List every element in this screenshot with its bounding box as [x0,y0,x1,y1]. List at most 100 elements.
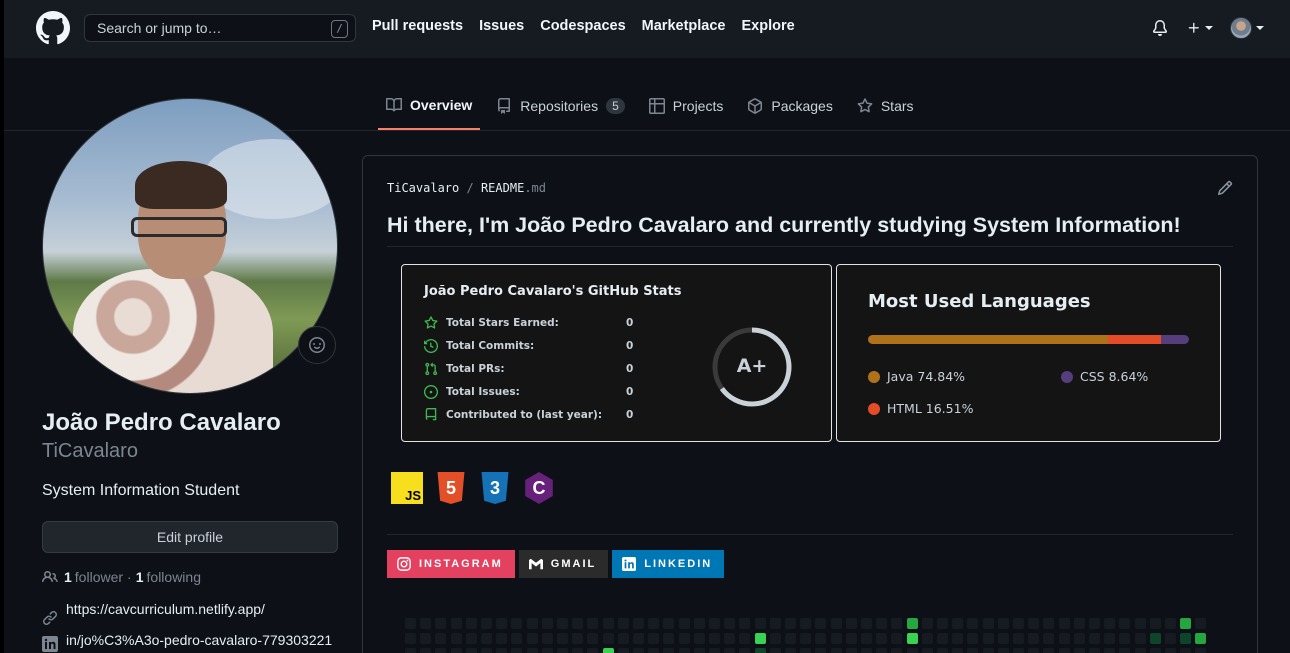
tab-overview[interactable]: Overview [378,86,481,130]
contribution-cell[interactable] [906,648,918,653]
contribution-cell[interactable] [876,648,888,653]
contribution-cell[interactable] [617,633,629,644]
contribution-cell[interactable] [1119,618,1131,629]
contribution-cell[interactable] [845,633,857,644]
contribution-cell[interactable] [921,618,933,629]
create-new-button[interactable] [1187,15,1213,41]
contribution-cell[interactable] [465,648,477,653]
contribution-cell[interactable] [678,618,690,629]
contribution-cell[interactable] [952,618,964,629]
contribution-cell[interactable] [557,618,568,629]
contribution-cell[interactable] [1119,648,1131,653]
contribution-cell[interactable] [435,648,447,653]
nav-issues[interactable]: Issues [479,18,524,34]
contribution-cell[interactable] [481,633,492,644]
followers-link[interactable]: 1 follower [64,569,123,585]
contribution-cell[interactable] [1089,618,1100,629]
contribution-cell[interactable] [754,633,766,644]
contribution-cell[interactable] [663,633,675,644]
contribution-cell[interactable] [450,648,462,653]
contribution-cell[interactable] [496,648,508,653]
notifications-button[interactable] [1152,15,1168,41]
contribution-cell[interactable] [587,633,599,644]
contribution-cell[interactable] [937,633,948,644]
contribution-cell[interactable] [709,648,720,653]
contribution-cell[interactable] [830,648,842,653]
contribution-cell[interactable] [1119,633,1131,644]
contribution-cell[interactable] [739,648,751,653]
contribution-cell[interactable] [587,648,599,653]
contribution-cell[interactable] [1073,618,1085,629]
contribution-cell[interactable] [526,648,538,653]
contribution-cell[interactable] [1165,618,1176,629]
contribution-cell[interactable] [633,633,644,644]
contribution-cell[interactable] [1013,633,1024,644]
contribution-cell[interactable] [1134,648,1146,653]
instagram-badge[interactable]: INSTAGRAM [387,550,515,578]
contribution-cell[interactable] [1195,648,1207,653]
contribution-cell[interactable] [769,618,781,629]
contribution-cell[interactable] [405,633,416,644]
contribution-cell[interactable] [800,618,812,629]
contribution-cell[interactable] [754,618,766,629]
contribution-cell[interactable] [1180,633,1192,644]
contribution-cell[interactable] [465,633,477,644]
contribution-cell[interactable] [785,648,796,653]
contribution-cell[interactable] [800,633,812,644]
contribution-cell[interactable] [967,618,979,629]
contribution-cell[interactable] [937,618,948,629]
contribution-cell[interactable] [572,618,584,629]
contribution-cell[interactable] [541,633,553,644]
contribution-cell[interactable] [693,618,705,629]
contribution-cell[interactable] [967,633,979,644]
contribution-cell[interactable] [1073,648,1085,653]
contribution-cell[interactable] [769,633,781,644]
contribution-cell[interactable] [435,633,447,644]
contribution-cell[interactable] [526,618,538,629]
contribution-cell[interactable] [1104,618,1116,629]
tab-packages[interactable]: Packages [739,86,840,126]
contribution-cell[interactable] [481,618,492,629]
contribution-cell[interactable] [420,618,432,629]
contribution-cell[interactable] [1195,633,1207,644]
contribution-cell[interactable] [1134,633,1146,644]
contribution-cell[interactable] [739,633,751,644]
contribution-cell[interactable] [617,618,629,629]
contribution-cell[interactable] [1043,633,1055,644]
contribution-cell[interactable] [921,648,933,653]
contribution-cell[interactable] [496,633,508,644]
contribution-cell[interactable] [997,633,1009,644]
contribution-cell[interactable] [906,633,918,644]
contribution-cell[interactable] [830,633,842,644]
website-link[interactable]: https://cavcurriculum.netlify.app/ [66,601,265,617]
contribution-cell[interactable] [420,633,432,644]
contribution-cell[interactable] [1089,633,1100,644]
contribution-cell[interactable] [785,633,796,644]
contribution-cell[interactable] [648,633,660,644]
nav-pull-requests[interactable]: Pull requests [372,18,463,34]
contribution-cell[interactable] [1149,618,1161,629]
contribution-cell[interactable] [481,648,492,653]
contribution-cell[interactable] [724,618,736,629]
contribution-cell[interactable] [420,648,432,653]
nav-codespaces[interactable]: Codespaces [540,18,625,34]
pencil-icon[interactable] [1217,180,1233,196]
gmail-badge[interactable]: GMAIL [518,550,609,578]
contribution-cell[interactable] [405,618,416,629]
contribution-cell[interactable] [557,648,568,653]
nav-explore[interactable]: Explore [741,18,794,34]
contribution-cell[interactable] [982,648,994,653]
edit-profile-button[interactable]: Edit profile [42,521,338,553]
contribution-cell[interactable] [602,633,614,644]
contribution-cell[interactable] [739,618,751,629]
contribution-cell[interactable] [511,618,523,629]
contribution-cell[interactable] [952,648,964,653]
contribution-cell[interactable] [937,648,948,653]
contribution-cell[interactable] [602,648,614,653]
contribution-cell[interactable] [1104,648,1116,653]
profile-avatar[interactable] [42,98,338,394]
contribution-cell[interactable] [997,648,1009,653]
contribution-cell[interactable] [1195,618,1207,629]
contribution-cell[interactable] [450,633,462,644]
contribution-cell[interactable] [845,618,857,629]
